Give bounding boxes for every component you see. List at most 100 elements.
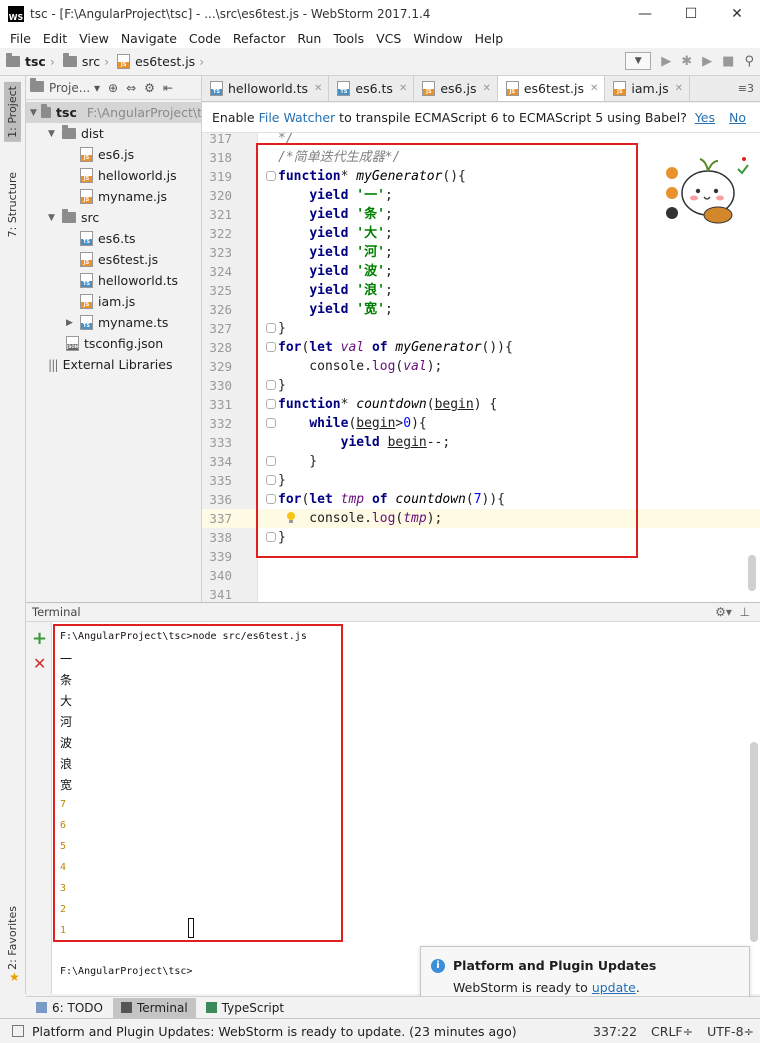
js-file-icon — [80, 189, 93, 204]
tree-item-file[interactable]: ▶myname.ts — [26, 312, 168, 333]
tree-item-file[interactable]: es6.js — [26, 144, 134, 165]
terminal-scrollbar[interactable] — [750, 742, 758, 942]
line-number: 330 — [209, 378, 232, 393]
file-watcher-link[interactable]: File Watcher — [259, 110, 336, 125]
line-number: 341 — [209, 587, 232, 602]
tree-item-file[interactable]: myname.js — [26, 186, 167, 207]
menu-edit[interactable]: Edit — [37, 31, 73, 46]
tab-es6-js[interactable]: es6.js✕ — [414, 76, 498, 101]
more-tabs-button[interactable]: ≡3 — [732, 82, 760, 101]
close-session-icon[interactable]: ✕ — [33, 654, 46, 673]
tab-es6-ts[interactable]: es6.ts✕ — [329, 76, 415, 101]
close-button[interactable]: ✕ — [714, 0, 760, 28]
terminal-toolbar: + ✕ — [26, 622, 52, 994]
project-panel: Proje... ▾ ⊕ ⇔ ⚙ ⇤ ▼ tsc F:\AngularProje… — [26, 76, 202, 602]
tree-item-file[interactable]: helloworld.ts — [26, 270, 178, 291]
debug-icon[interactable]: ✱ — [681, 54, 692, 69]
tree-item-file[interactable]: es6test.js — [26, 249, 158, 270]
gear-icon[interactable]: ⚙▾ — [715, 605, 732, 619]
project-view-selector[interactable]: Proje... ▾ — [30, 77, 100, 95]
caret-position[interactable]: 337:22 — [593, 1024, 637, 1039]
code-line[interactable]: 340 — [202, 566, 760, 585]
search-icon[interactable]: ⚲ — [744, 54, 754, 69]
close-icon[interactable]: ✕ — [314, 83, 322, 94]
line-number: 338 — [209, 530, 232, 545]
new-session-icon[interactable]: + — [32, 628, 47, 649]
tool-tab-favorites[interactable]: 2: Favorites — [4, 902, 21, 974]
menu-tools[interactable]: Tools — [327, 31, 370, 46]
tree-item-file[interactable]: iam.js — [26, 291, 135, 312]
ts-file-icon — [80, 315, 93, 330]
menu-window[interactable]: Window — [407, 31, 468, 46]
line-number: 329 — [209, 359, 232, 374]
coverage-icon[interactable]: ▶ — [702, 54, 712, 69]
bottom-tool-tabs: 6: TODO Terminal TypeScript — [26, 996, 760, 1018]
folder-icon — [62, 53, 77, 67]
menu-vcs[interactable]: VCS — [370, 31, 407, 46]
tool-tab-terminal[interactable]: Terminal — [112, 997, 196, 1018]
tree-item-root[interactable]: ▼ tsc F:\AngularProject\t — [26, 102, 201, 123]
tab-es6test-js[interactable]: es6test.js✕ — [497, 76, 606, 101]
folder-icon — [41, 104, 52, 118]
file-watcher-banner: Enable File Watcher to transpile ECMAScr… — [202, 103, 760, 133]
breadcrumb-item-tsc[interactable]: tsc › — [6, 53, 59, 69]
folder-icon — [62, 125, 76, 139]
minimize-button[interactable]: — — [622, 0, 668, 28]
close-icon[interactable]: ✕ — [675, 83, 683, 94]
menu-navigate[interactable]: Navigate — [115, 31, 183, 46]
run-config-dropdown[interactable]: ▼ — [625, 52, 652, 70]
editor-scrollbar[interactable] — [748, 555, 756, 591]
menu-refactor[interactable]: Refactor — [227, 31, 291, 46]
scroll-from-source-icon[interactable]: ⊕ — [108, 81, 118, 95]
line-number: 324 — [209, 264, 232, 279]
js-file-icon — [613, 81, 627, 96]
menu-view[interactable]: View — [73, 31, 115, 46]
run-icon[interactable]: ▶ — [661, 54, 671, 69]
line-separator[interactable]: CRLF÷ — [651, 1024, 693, 1039]
breadcrumb-item-file[interactable]: es6test.js› — [117, 54, 208, 69]
stop-icon[interactable]: ■ — [722, 54, 734, 69]
menu-help[interactable]: Help — [469, 31, 510, 46]
file-encoding[interactable]: UTF-8÷ — [707, 1024, 754, 1039]
tab-helloworld-ts[interactable]: helloworld.ts✕ — [202, 76, 330, 101]
tree-item-file[interactable]: es6.ts — [26, 228, 136, 249]
gear-icon[interactable]: ⚙ — [144, 81, 155, 95]
tree-item-external-libraries[interactable]: ||| External Libraries — [26, 354, 172, 375]
close-icon[interactable]: ✕ — [482, 83, 490, 94]
menu-run[interactable]: Run — [291, 31, 327, 46]
menu-code[interactable]: Code — [183, 31, 227, 46]
toggle-tool-windows-icon[interactable] — [12, 1025, 24, 1037]
breadcrumb-item-src[interactable]: src › — [62, 53, 113, 69]
terminal-output[interactable]: F:\AngularProject\tsc>node src/es6test.j… — [52, 622, 760, 994]
update-notification: i Platform and Plugin Updates WebStorm i… — [420, 946, 750, 1000]
js-file-icon — [80, 147, 93, 162]
tree-item-dist[interactable]: ▼ dist — [26, 123, 104, 144]
code-line[interactable]: 341 — [202, 585, 760, 602]
code-editor[interactable]: 317 */318/*简单迭代生成器*/319 function* myGenera… — [202, 133, 760, 602]
close-icon[interactable]: ✕ — [399, 83, 407, 94]
left-tool-stripe: 1: Project 7: Structure 2: Favorites ★ — [0, 76, 26, 994]
close-icon[interactable]: ✕ — [590, 83, 598, 94]
tree-item-file[interactable]: helloworld.js — [26, 165, 177, 186]
status-message[interactable]: Platform and Plugin Updates: WebStorm is… — [32, 1024, 517, 1039]
line-number: 317 — [209, 133, 232, 146]
tool-tab-structure[interactable]: 7: Structure — [4, 168, 21, 241]
tool-tab-project[interactable]: 1: Project — [4, 82, 21, 142]
banner-yes-link[interactable]: Yes — [695, 110, 715, 125]
collapse-all-icon[interactable]: ⇔ — [126, 81, 136, 95]
menu-file[interactable]: File — [4, 31, 37, 46]
hide-panel-icon[interactable]: ⊥ — [740, 605, 750, 619]
update-link[interactable]: update — [592, 980, 636, 995]
json-file-icon — [66, 336, 79, 351]
title-bar: WS tsc - [F:\AngularProject\tsc] - ...\s… — [0, 0, 760, 28]
hide-icon[interactable]: ⇤ — [163, 81, 173, 95]
banner-no-link[interactable]: No — [729, 110, 746, 125]
tree-item-file[interactable]: tsconfig.json — [26, 333, 163, 354]
tree-item-src[interactable]: ▼ src — [26, 207, 99, 228]
tool-tab-todo[interactable]: 6: TODO — [28, 998, 111, 1018]
tool-tab-typescript[interactable]: TypeScript — [198, 998, 292, 1018]
maximize-button[interactable]: ☐ — [668, 0, 714, 28]
tab-iam-js[interactable]: iam.js✕ — [605, 76, 691, 101]
editor-tabs: helloworld.ts✕ es6.ts✕ es6.js✕ es6test.j… — [202, 76, 760, 102]
line-number: 323 — [209, 245, 232, 260]
